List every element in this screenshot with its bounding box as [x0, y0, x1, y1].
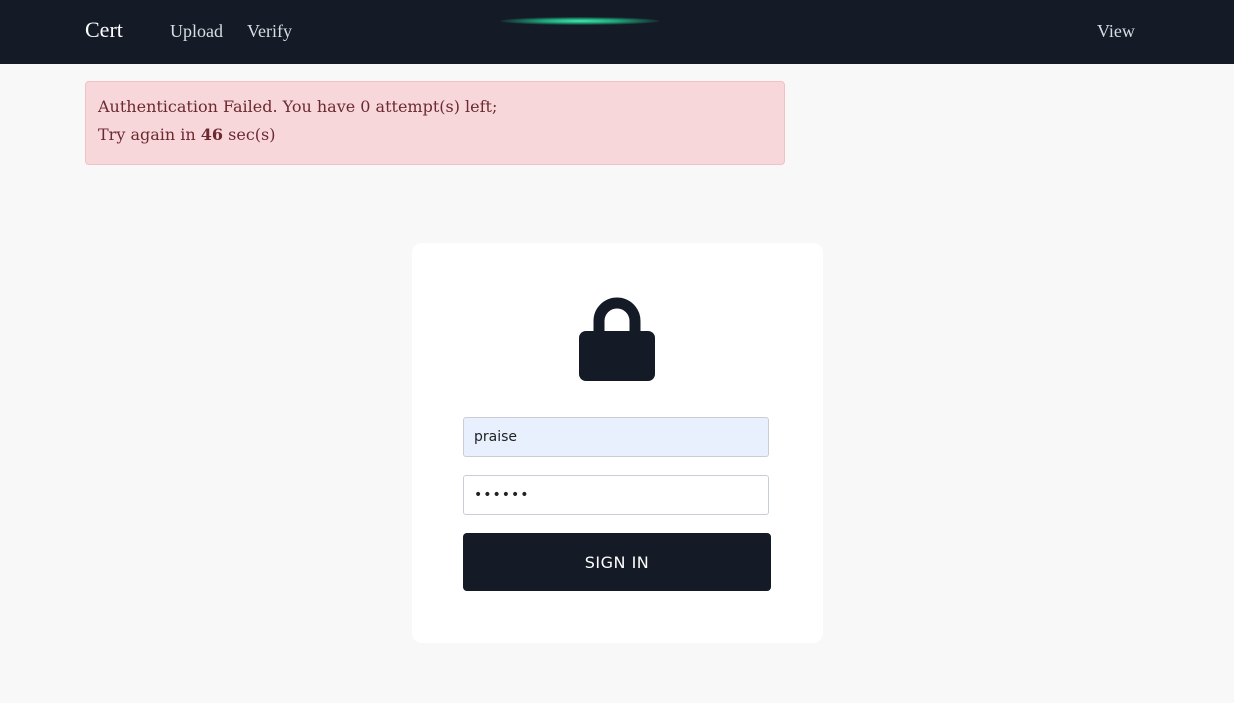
- alert-countdown-seconds: 46: [200, 125, 224, 144]
- top-navbar: Cert Upload Verify View: [0, 0, 1234, 64]
- brand-link[interactable]: Cert: [85, 17, 123, 43]
- alert-retry-prefix: Try again in: [98, 125, 201, 144]
- login-card: SIGN IN: [412, 243, 823, 643]
- alert-retry-line: Try again in 46 sec(s): [98, 121, 772, 149]
- alert-retry-suffix: sec(s): [223, 125, 276, 144]
- nav-verify-link[interactable]: Verify: [247, 21, 292, 42]
- sign-in-button[interactable]: SIGN IN: [463, 533, 771, 591]
- navbar-glow-decoration: [500, 17, 660, 25]
- nav-upload-link[interactable]: Upload: [170, 21, 223, 42]
- alert-message: Authentication Failed. You have 0 attemp…: [98, 97, 498, 116]
- password-input[interactable]: [463, 475, 769, 515]
- lock-icon: [579, 297, 655, 381]
- username-input[interactable]: [463, 417, 769, 457]
- auth-failed-alert: Authentication Failed. You have 0 attemp…: [85, 81, 785, 165]
- nav-view-link[interactable]: View: [1097, 21, 1135, 42]
